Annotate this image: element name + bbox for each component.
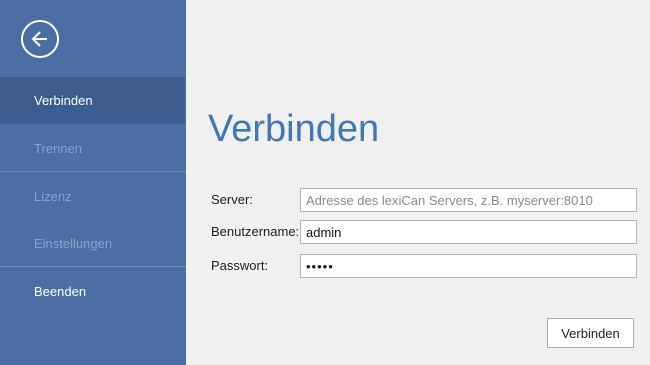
sidebar-item-einstellungen[interactable]: Einstellungen <box>0 220 186 267</box>
username-label: Benutzername: <box>211 224 300 239</box>
arrow-left-icon <box>31 31 47 47</box>
sidebar-item-verbinden[interactable]: Verbinden <box>0 77 185 124</box>
app-window: Verbinden Trennen Lizenz Einstellungen B… <box>0 0 650 365</box>
password-input[interactable] <box>300 254 637 278</box>
server-label: Server: <box>211 192 253 207</box>
sidebar: Verbinden Trennen Lizenz Einstellungen B… <box>0 0 186 365</box>
sidebar-item-beenden[interactable]: Beenden <box>0 268 186 315</box>
sidebar-item-lizenz[interactable]: Lizenz <box>0 173 186 220</box>
password-label: Passwort: <box>211 258 269 273</box>
server-input[interactable] <box>300 188 637 212</box>
sidebar-item-trennen[interactable]: Trennen <box>0 125 186 172</box>
sidebar-divider <box>0 171 186 172</box>
page-title: Verbinden <box>208 108 380 150</box>
connect-button[interactable]: Verbinden <box>547 318 634 348</box>
back-button[interactable] <box>21 20 59 58</box>
username-input[interactable] <box>300 220 637 244</box>
sidebar-divider <box>0 266 186 267</box>
